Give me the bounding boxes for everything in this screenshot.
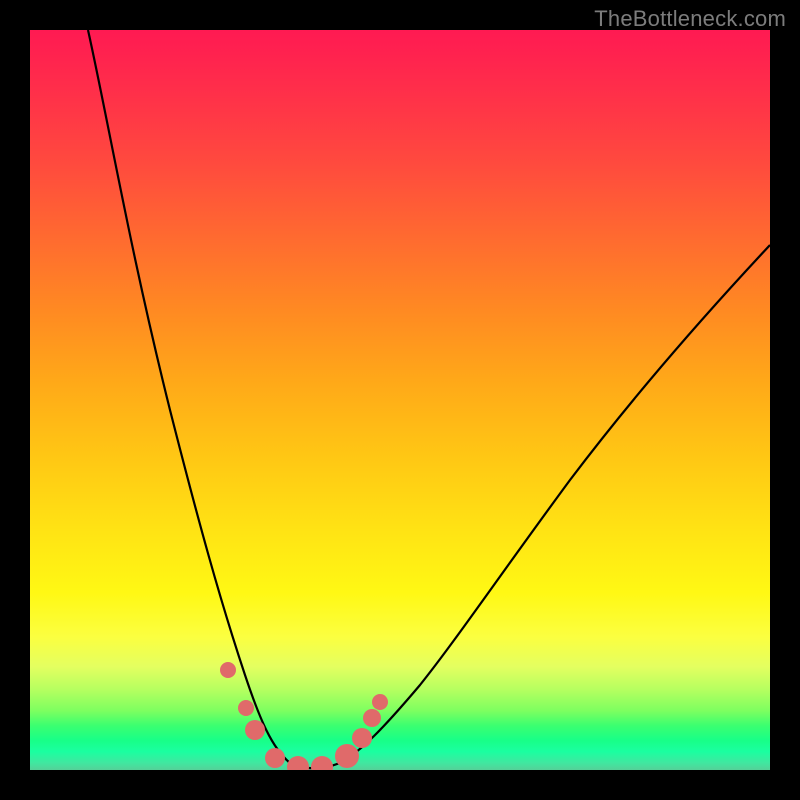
- highlight-dot: [352, 728, 372, 748]
- bottleneck-curve: [88, 30, 770, 768]
- highlight-dot: [220, 662, 236, 678]
- highlight-dot: [238, 700, 254, 716]
- chart-frame: TheBottleneck.com: [0, 0, 800, 800]
- highlight-dot: [245, 720, 265, 740]
- highlight-dot: [287, 756, 309, 770]
- chart-svg: [30, 30, 770, 770]
- highlight-dot: [363, 709, 381, 727]
- plot-area: [30, 30, 770, 770]
- watermark-text: TheBottleneck.com: [594, 6, 786, 32]
- highlight-dot: [311, 756, 333, 770]
- highlight-dot: [265, 748, 285, 768]
- highlight-dot: [335, 744, 359, 768]
- highlight-dot: [372, 694, 388, 710]
